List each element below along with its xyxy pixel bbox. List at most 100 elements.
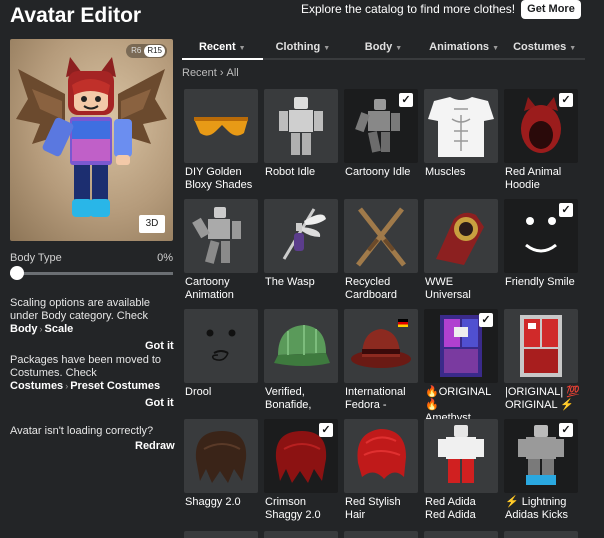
item-thumbnail[interactable] <box>264 309 338 383</box>
item-name: Verified, Bonafide, <box>265 386 312 411</box>
sunglasses-icon <box>194 117 248 136</box>
item-name: Cartoony Animation <box>185 276 234 301</box>
red-stylish-hair-icon <box>357 429 406 479</box>
view-3d-button[interactable]: 3D <box>139 215 165 233</box>
body-type-slider-track[interactable] <box>10 272 173 275</box>
breadcrumb-all: All <box>226 67 239 79</box>
get-more-button[interactable]: Get More <box>521 0 581 19</box>
equipped-check-icon: ✓ <box>479 313 493 327</box>
item-name: Muscles <box>425 166 466 178</box>
fedora-icon <box>351 319 411 368</box>
rig-toggle[interactable]: R6 R15 <box>126 44 167 58</box>
item-thumbnail[interactable] <box>184 419 258 493</box>
body-type-label: Body Type <box>10 252 62 264</box>
tip-path-preset-costumes: Preset Costumes <box>70 380 161 392</box>
item-thumbnail[interactable] <box>184 89 258 163</box>
equipped-check-icon: ✓ <box>559 203 573 217</box>
chevron-down-icon: ▼ <box>569 45 577 52</box>
chevron-down-icon: ▼ <box>395 45 403 52</box>
item-name: Drool <box>185 386 212 398</box>
item-thumbnail[interactable] <box>264 199 338 273</box>
tip-path-scale: Scale <box>44 323 74 335</box>
page-title: Avatar Editor <box>10 4 142 27</box>
chevron-down-icon: ▼ <box>323 45 331 52</box>
item-name: Crimson Shaggy 2.0 <box>265 496 321 521</box>
item-thumbnail[interactable] <box>264 89 338 163</box>
item-name: The Wasp <box>265 276 315 288</box>
scaling-tip-dismiss-button[interactable]: Got it <box>145 340 174 352</box>
item-name: International Fedora - <box>345 386 406 411</box>
item-name: ⚡ Lightning Adidas Kicks <box>505 496 568 521</box>
tab-animations-label: Animations <box>429 41 490 53</box>
red-outfit-icon <box>520 315 562 377</box>
item-name: Red Adida Red Adida <box>425 496 476 521</box>
packages-tip: Packages have been moved to Costumes. Ch… <box>10 354 175 393</box>
item-name: Red Stylish Hair <box>345 496 401 521</box>
item-name: Robot Idle <box>265 166 316 178</box>
tab-recent-label: Recent <box>198 41 236 53</box>
chevron-right-icon: › <box>219 67 224 79</box>
rig-option-r15[interactable]: R15 <box>144 45 165 57</box>
avatar-editor-page: Avatar Editor Explore the catalog to fin… <box>0 0 604 538</box>
item-thumbnail[interactable] <box>184 309 258 383</box>
item-name: WWE Universal <box>425 276 471 301</box>
tab-body[interactable]: Body ▼ <box>343 37 424 60</box>
chevron-down-icon: ▼ <box>492 45 499 52</box>
item-name: Cartoony Idle <box>345 166 411 178</box>
item-thumbnail[interactable]: ✓ <box>264 419 338 493</box>
item-thumbnail[interactable]: ✓ <box>424 309 498 383</box>
item-name: Friendly Smile <box>505 276 575 288</box>
item-thumbnail[interactable] <box>424 419 498 493</box>
tab-clothing[interactable]: Clothing ▼ <box>262 37 344 60</box>
loading-help-text: Avatar isn't loading correctly? <box>10 425 154 437</box>
body-type-row: Body Type 0% <box>10 252 173 264</box>
item-name: Recycled Cardboard <box>345 276 397 301</box>
item-name: Red Animal Hoodie <box>505 166 562 191</box>
equipped-check-icon: ✓ <box>319 423 333 437</box>
tab-animations[interactable]: Animations ▼ <box>423 37 505 60</box>
tab-body-label: Body <box>364 41 393 53</box>
item-name: Shaggy 2.0 <box>185 496 241 508</box>
redraw-button[interactable]: Redraw <box>135 440 175 452</box>
green-cap-icon <box>274 325 330 366</box>
catalog-promo-text: Explore the catalog to find more clothes… <box>301 2 516 16</box>
wwe-belt-icon <box>436 212 484 265</box>
cartoony-figure-icon <box>192 207 241 264</box>
item-thumbnail[interactable] <box>184 199 258 273</box>
item-thumbnail[interactable]: ✓ <box>504 199 578 273</box>
tab-costumes-label: Costumes <box>513 41 567 53</box>
scaling-tip: Scaling options are available under Body… <box>10 297 175 336</box>
item-thumbnail[interactable] <box>424 89 498 163</box>
rig-option-r6[interactable]: R6 <box>128 45 144 57</box>
item-name: |ORIGINAL| 💯 ORIGINAL ⚡ <box>505 386 581 411</box>
equipped-check-icon: ✓ <box>559 93 573 107</box>
item-name: DIY Golden Bloxy Shades <box>185 166 253 191</box>
item-thumbnail[interactable] <box>344 309 418 383</box>
crossed-swords-icon <box>356 207 406 267</box>
equipped-check-icon: ✓ <box>399 93 413 107</box>
item-thumbnail[interactable] <box>504 309 578 383</box>
equipped-check-icon: ✓ <box>559 423 573 437</box>
tab-costumes[interactable]: Costumes ▼ <box>504 37 585 60</box>
packages-tip-dismiss-button[interactable]: Got it <box>145 397 174 409</box>
tip-path-body: Body <box>10 323 38 335</box>
tab-recent[interactable]: Recent ▼ <box>182 37 263 60</box>
item-thumbnail[interactable] <box>424 199 498 273</box>
item-thumbnail[interactable]: ✓ <box>344 89 418 163</box>
robot-figure-icon <box>279 97 323 155</box>
breadcrumb-recent[interactable]: Recent <box>182 67 217 79</box>
avatar-preview[interactable]: R6 R15 3D <box>10 39 173 241</box>
item-thumbnail[interactable]: ✓ <box>504 419 578 493</box>
packages-tip-text: Packages have been moved to Costumes. Ch… <box>10 354 162 379</box>
tip-path-costumes: Costumes <box>10 380 64 392</box>
muscle-shirt-icon <box>428 97 494 157</box>
red-adida-figure-icon <box>438 425 484 483</box>
chevron-right-icon: › <box>39 324 43 334</box>
item-thumbnail[interactable]: ✓ <box>504 89 578 163</box>
category-tabs: Recent ▼ Clothing ▼ Body ▼ Animations ▼ Cost… <box>182 37 585 60</box>
item-thumbnail[interactable] <box>344 419 418 493</box>
scaling-tip-text: Scaling options are available under Body… <box>10 297 151 322</box>
item-thumbnail[interactable] <box>344 199 418 273</box>
breadcrumb: Recent › All <box>182 67 239 79</box>
body-type-slider-thumb[interactable] <box>10 266 24 280</box>
